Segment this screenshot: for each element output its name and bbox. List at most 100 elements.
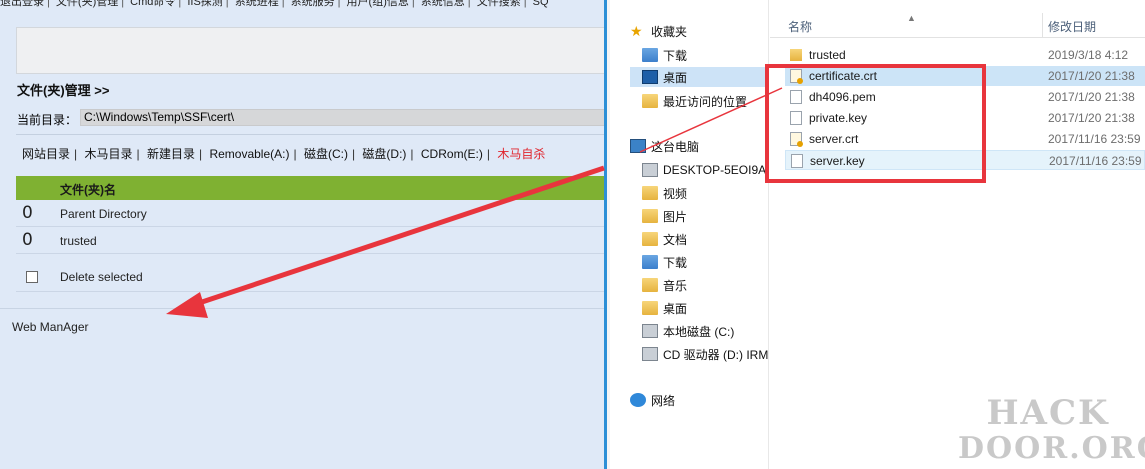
drive-link-bar: 网站目录 | 木马目录 | 新建目录 | Removable(A:) | 磁盘(C:) |… xyxy=(22,147,546,161)
nav-label: 桌面 xyxy=(663,301,688,316)
web-manager-panel: 退出登录 | 文件(夹)管理 | Cmd命令 | IIS探测 | 系统进程 | 系统服务 |… xyxy=(0,0,604,469)
download-folder-icon xyxy=(642,255,658,269)
nav-favorites[interactable]: ★ 收藏夹 xyxy=(630,21,687,41)
nav-iis-probe[interactable]: IIS探测 xyxy=(187,0,222,8)
network-icon xyxy=(630,393,646,407)
file-date: 2017/11/16 23:59 xyxy=(1048,132,1141,146)
navigation-pane: ★ 收藏夹 下载 桌面 最近访问的位置 这台电脑 DESKTOP-5EOI9A … xyxy=(610,0,770,469)
nav-label: 图片 xyxy=(663,209,688,224)
nav-pictures[interactable]: 图片 xyxy=(642,206,687,226)
sort-ascending-icon: ▲ xyxy=(907,13,916,23)
nav-music[interactable]: 音乐 xyxy=(642,275,687,295)
nav-services[interactable]: 系统服务 xyxy=(291,0,335,8)
delete-selected-label[interactable]: Delete selected xyxy=(60,270,143,284)
section-title: 文件(夹)管理 >> xyxy=(17,83,110,98)
blank-toolbar-area xyxy=(16,27,604,74)
cd-drive-icon xyxy=(642,347,658,361)
nav-label: 本地磁盘 (C:) xyxy=(663,324,735,339)
column-header-filename: 文件(夹)名 xyxy=(60,183,116,197)
nav-logout[interactable]: 退出登录 xyxy=(0,0,44,8)
network-pc-icon xyxy=(642,163,658,177)
file-row[interactable]: trusted 2019/3/18 4:12 xyxy=(785,45,1145,65)
nav-sysinfo[interactable]: 系统信息 xyxy=(421,0,465,8)
file-date: 2017/11/16 23:59 xyxy=(1049,154,1142,168)
nav-desktop[interactable]: 桌面 xyxy=(630,67,769,87)
link-new-dir[interactable]: 新建目录 xyxy=(147,147,195,161)
nav-processes[interactable]: 系统进程 xyxy=(235,0,279,8)
link-web-root[interactable]: 网站目录 xyxy=(22,147,70,161)
row-number: 0 xyxy=(22,203,33,223)
row-name-link[interactable]: trusted xyxy=(60,234,97,248)
nav-label: 下载 xyxy=(663,48,688,63)
link-drive-a[interactable]: Removable(A:) xyxy=(209,147,289,161)
column-header-date[interactable]: 修改日期 xyxy=(1048,18,1096,35)
computer-icon xyxy=(630,139,646,153)
nav-cd-drive-d[interactable]: CD 驱动器 (D:) IRM xyxy=(642,344,768,364)
table-row[interactable]: 0 Parent Directory xyxy=(16,201,604,227)
column-header-row: ▲ 名称 修改日期 xyxy=(770,13,1145,38)
nav-desktop-2[interactable]: 桌面 xyxy=(642,298,687,318)
row-name-link[interactable]: Parent Directory xyxy=(60,207,147,221)
documents-folder-icon xyxy=(642,232,658,246)
current-dir-label: 当前目录： xyxy=(17,113,78,127)
column-splitter[interactable] xyxy=(1042,13,1043,38)
nav-label: 收藏夹 xyxy=(651,24,688,39)
music-folder-icon xyxy=(642,278,658,292)
nav-label: CD 驱动器 (D:) IRM xyxy=(663,347,769,362)
top-nav-menu: 退出登录 | 文件(夹)管理 | Cmd命令 | IIS探测 | 系统进程 | 系统服务 |… xyxy=(0,0,549,8)
nav-desktop-pc[interactable]: DESKTOP-5EOI9A xyxy=(642,160,766,180)
nav-recent-places[interactable]: 最近访问的位置 xyxy=(642,91,747,111)
divider xyxy=(16,134,604,135)
nav-file-manager[interactable]: 文件(夹)管理 xyxy=(56,0,118,8)
link-self-delete[interactable]: 木马自杀 xyxy=(497,147,545,161)
nav-network[interactable]: 网络 xyxy=(630,390,675,410)
nav-label: 音乐 xyxy=(663,278,688,293)
annotation-highlight-box xyxy=(765,64,986,183)
link-drive-e[interactable]: CDRom(E:) xyxy=(421,147,483,161)
nav-label: 最近访问的位置 xyxy=(663,94,748,109)
nav-label: 视频 xyxy=(663,186,688,201)
desktop-icon xyxy=(642,70,658,84)
column-header-name[interactable]: 名称 xyxy=(788,18,812,35)
current-dir-input[interactable]: C:\Windows\Temp\SSF\cert\ xyxy=(80,109,604,126)
nav-documents[interactable]: 文档 xyxy=(642,229,687,249)
link-drive-c[interactable]: 磁盘(C:) xyxy=(304,147,348,161)
footer-text: Web ManAger xyxy=(12,320,89,334)
watermark-line-2: DOOR.ORG xyxy=(958,431,1145,466)
nav-sql[interactable]: SQ xyxy=(533,0,549,8)
desktop-icon xyxy=(642,301,658,315)
folder-icon xyxy=(790,49,802,61)
nav-label: 下载 xyxy=(663,255,688,270)
nav-videos[interactable]: 视频 xyxy=(642,183,687,203)
nav-users[interactable]: 用户(组)信息 xyxy=(347,0,409,8)
nav-label: 文档 xyxy=(663,232,688,247)
link-trojan-dir[interactable]: 木马目录 xyxy=(84,147,132,161)
file-date: 2017/1/20 21:38 xyxy=(1048,69,1135,83)
videos-folder-icon xyxy=(642,186,658,200)
nav-downloads-2[interactable]: 下载 xyxy=(642,252,687,272)
row-number: 0 xyxy=(22,230,33,250)
link-drive-d[interactable]: 磁盘(D:) xyxy=(362,147,406,161)
file-date: 2017/1/20 21:38 xyxy=(1048,90,1135,104)
download-folder-icon xyxy=(642,48,658,62)
table-row[interactable]: 0 trusted xyxy=(16,228,604,254)
recent-places-icon xyxy=(642,94,658,108)
watermark-line-1: HACK xyxy=(986,393,1110,433)
watermark: HACK DOOR.ORG xyxy=(958,393,1145,467)
nav-local-disk-c[interactable]: 本地磁盘 (C:) xyxy=(642,321,734,341)
nav-cmd[interactable]: Cmd命令 xyxy=(130,0,175,8)
pictures-folder-icon xyxy=(642,209,658,223)
file-date: 2017/1/20 21:38 xyxy=(1048,111,1135,125)
file-date: 2019/3/18 4:12 xyxy=(1048,48,1129,62)
nav-downloads[interactable]: 下载 xyxy=(642,45,687,65)
star-icon: ★ xyxy=(630,23,643,39)
nav-label: 这台电脑 xyxy=(651,139,700,154)
drive-icon xyxy=(642,324,658,338)
nav-label: DESKTOP-5EOI9A xyxy=(663,163,767,177)
nav-this-pc[interactable]: 这台电脑 xyxy=(630,136,699,156)
nav-label: 网络 xyxy=(651,393,676,408)
divider xyxy=(0,308,604,309)
select-all-checkbox[interactable] xyxy=(26,271,38,283)
nav-label: 桌面 xyxy=(663,70,688,85)
nav-file-search[interactable]: 文件搜索 xyxy=(477,0,521,8)
